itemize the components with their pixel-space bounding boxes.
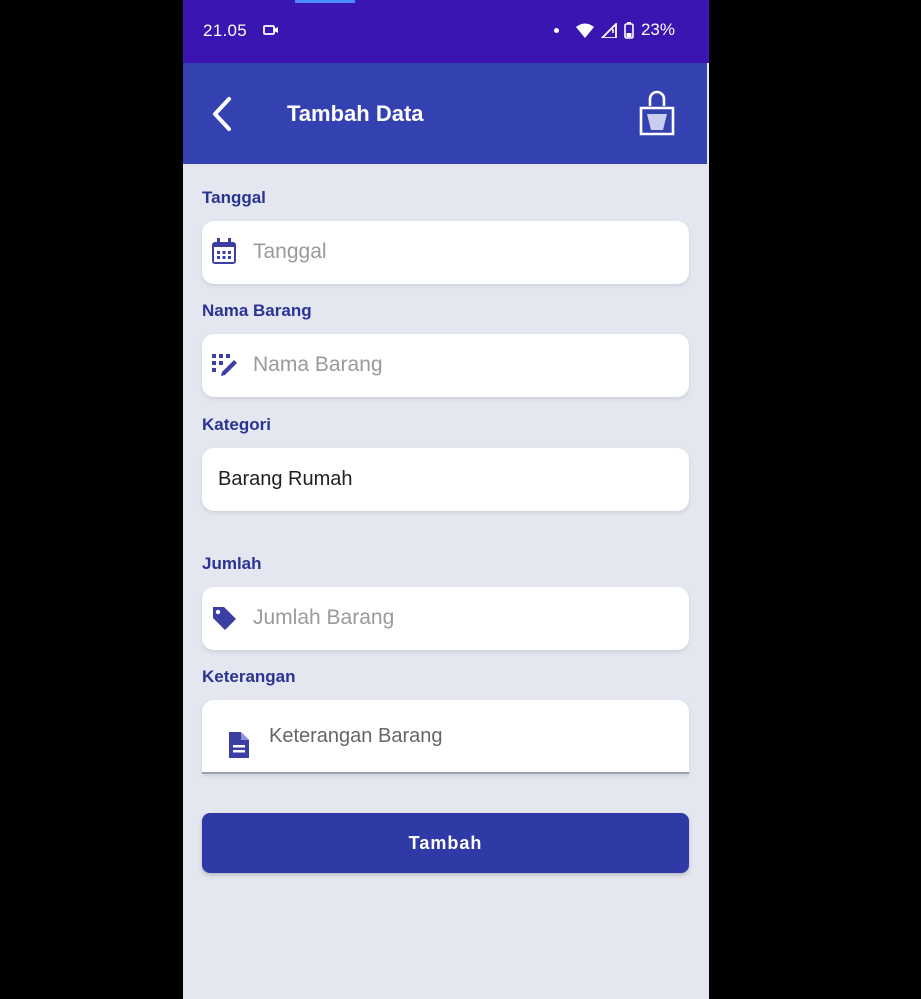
nama-barang-label: Nama Barang	[202, 301, 312, 320]
keypad-pencil-icon	[212, 354, 237, 376]
notification-dot-icon	[553, 27, 559, 33]
phone-screen: 21.05 23% Tambah Data Tanggal Tanggal Na…	[183, 0, 709, 999]
kategori-value: Barang Rumah	[218, 468, 353, 490]
page-title: Tambah Data	[287, 101, 424, 126]
kategori-label: Kategori	[202, 415, 271, 434]
keterangan-textarea[interactable]: Keterangan Barang	[202, 700, 689, 774]
tanggal-label: Tanggal	[202, 188, 266, 207]
calendar-icon	[212, 238, 236, 264]
battery-icon	[624, 21, 634, 39]
back-chevron-icon[interactable]	[209, 96, 235, 132]
nama-barang-placeholder: Nama Barang	[253, 353, 383, 376]
status-time: 21.05	[203, 21, 248, 40]
status-icons: 23%	[553, 20, 675, 40]
tanggal-placeholder: Tanggal	[253, 240, 327, 263]
signal-icon	[600, 22, 617, 38]
kategori-select[interactable]: Barang Rumah	[202, 448, 689, 511]
jumlah-placeholder: Jumlah Barang	[253, 606, 395, 629]
video-camera-icon	[263, 25, 278, 35]
status-progress-line	[295, 0, 355, 3]
shopping-bag-icon[interactable]	[637, 90, 677, 136]
battery-percent: 23%	[640, 20, 675, 39]
keterangan-label: Keterangan	[202, 667, 296, 686]
status-bar: 21.05 23%	[183, 0, 709, 63]
document-icon	[229, 732, 249, 758]
tag-icon	[213, 607, 236, 630]
tanggal-field[interactable]: Tanggal	[202, 221, 689, 284]
keterangan-placeholder: Keterangan Barang	[269, 725, 443, 747]
jumlah-field[interactable]: Jumlah Barang	[202, 587, 689, 650]
tambah-button[interactable]: Tambah	[202, 813, 689, 873]
nama-barang-field[interactable]: Nama Barang	[202, 334, 689, 397]
jumlah-label: Jumlah	[202, 554, 262, 573]
app-bar: Tambah Data	[183, 63, 707, 164]
wifi-icon	[575, 23, 594, 38]
